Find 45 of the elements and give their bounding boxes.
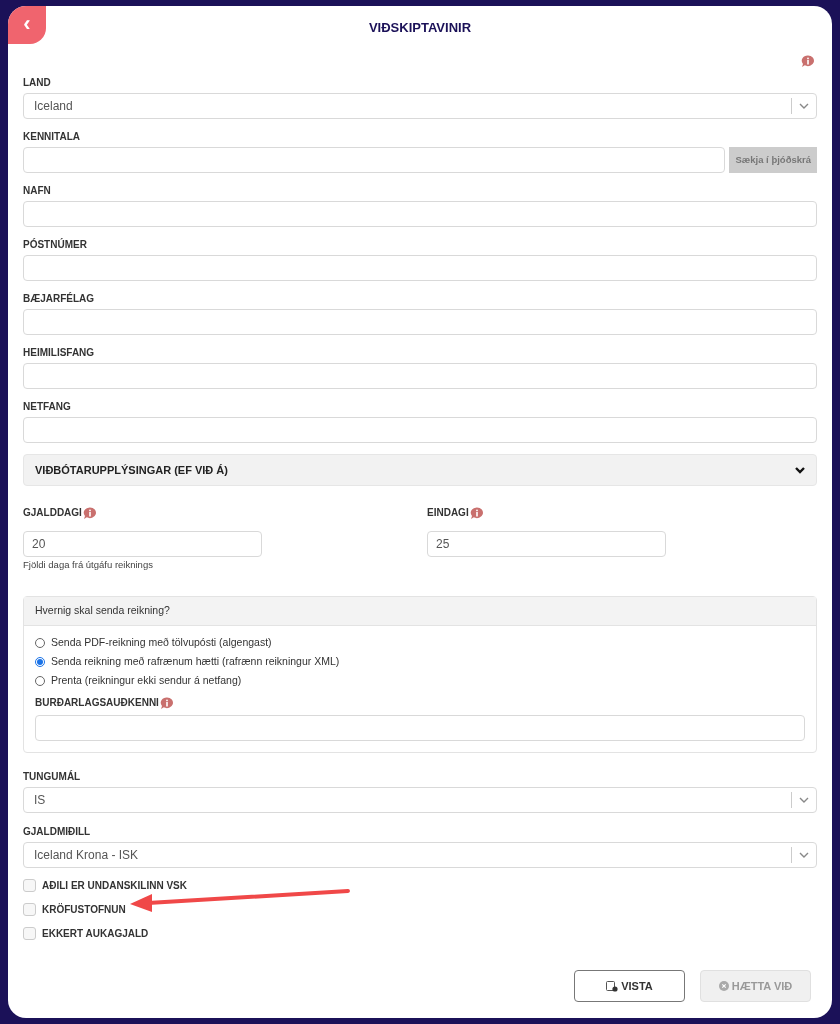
field-label: BÆJARFÉLAG xyxy=(23,294,95,304)
field-label: NETFANG xyxy=(23,402,71,412)
field-label: PÓSTNÚMER xyxy=(23,240,87,250)
page-title: VIÐSKIPTAVINIR xyxy=(368,19,472,38)
checkbox-label: AÐILI ER UNDANSKILINN VSK xyxy=(42,879,187,893)
input-field[interactable] xyxy=(23,255,817,281)
radio-label: Prenta (reikningur ekki sendur á netfang) xyxy=(51,672,242,688)
info-icon[interactable] xyxy=(159,696,174,710)
section-header[interactable]: VIÐBÓTARUPPLÝSINGAR (EF VIÐ Á) xyxy=(23,454,817,486)
field-label: HEIMILISFANG xyxy=(23,348,95,358)
field-label: BURÐARLAGSAUÐKENNI xyxy=(35,698,159,708)
checkbox-label: KRÖFUSTOFNUN xyxy=(42,902,126,917)
chevron-down-icon[interactable] xyxy=(795,466,805,474)
checkbox[interactable] xyxy=(23,903,36,916)
input-field[interactable] xyxy=(23,201,817,227)
input-field[interactable] xyxy=(23,147,726,173)
select-field[interactable]: Iceland Krona - ISK xyxy=(23,842,817,868)
info-icon[interactable] xyxy=(469,506,484,520)
field-label: GJALDDAGI xyxy=(23,508,82,518)
field-label: TUNGUMÁL xyxy=(23,772,81,782)
input-field[interactable] xyxy=(23,309,817,335)
close-icon xyxy=(718,981,729,991)
document-gear-icon xyxy=(606,980,619,992)
input-field[interactable]: 20 xyxy=(23,531,262,557)
info-icon[interactable] xyxy=(801,54,815,68)
info-icon[interactable] xyxy=(82,506,97,520)
input-field[interactable] xyxy=(23,417,817,443)
select-field[interactable]: Iceland xyxy=(23,93,817,119)
save-button[interactable]: VISTA xyxy=(574,970,685,1002)
radio-label: Senda PDF-reikning með tölvupósti (algengast) xyxy=(51,634,272,650)
panel-heading: Hvernig skal senda reikning? xyxy=(35,603,170,619)
help-text: Fjöldi daga frá útgáfu reiknings xyxy=(23,558,154,572)
field-label: GJALDMIÐILL xyxy=(23,827,91,837)
radio-label: Senda reikning með rafrænum hætti (rafrænn reikningur XML) xyxy=(51,653,340,669)
input-field[interactable] xyxy=(35,715,805,741)
input-field[interactable]: 25 xyxy=(427,531,666,557)
checkbox-label: EKKERT AUKAGJALD xyxy=(42,927,149,941)
checkbox[interactable] xyxy=(23,927,36,940)
field-label: EINDAGI xyxy=(427,508,469,518)
input-field[interactable] xyxy=(23,363,817,389)
field-label: LAND xyxy=(23,78,51,88)
checkbox[interactable] xyxy=(23,879,36,892)
field-label: NAFN xyxy=(23,186,51,196)
select-field[interactable]: IS xyxy=(23,787,817,813)
field-label: KENNITALA xyxy=(23,132,81,142)
